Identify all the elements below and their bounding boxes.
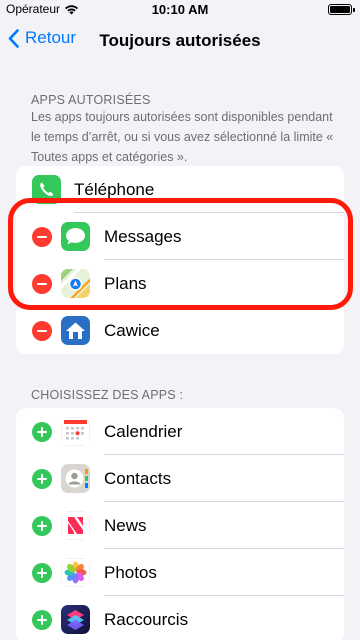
app-label: Messages — [104, 226, 182, 246]
list-item-shortcuts[interactable]: Raccourcis — [16, 596, 344, 640]
list-item-cawice[interactable]: Cawice — [16, 307, 344, 354]
app-label: Calendrier — [104, 421, 183, 441]
list-item-contacts[interactable]: Contacts — [16, 455, 344, 502]
app-label: Photos — [104, 562, 157, 582]
add-button[interactable] — [32, 515, 52, 536]
list-item-calendar[interactable]: Calendrier — [16, 408, 344, 455]
list-item-messages[interactable]: Messages — [16, 213, 344, 260]
phone-icon — [32, 175, 61, 204]
app-label: Téléphone — [74, 179, 155, 199]
app-label: News — [104, 515, 147, 535]
messages-icon — [61, 222, 90, 251]
allowed-apps-list: Téléphone Messages Plans Cawice — [16, 166, 344, 354]
add-button[interactable] — [32, 562, 52, 583]
list-item-news[interactable]: News — [16, 502, 344, 549]
home-app-icon — [61, 316, 90, 345]
choose-apps-list: Calendrier Contacts News Photos Raccourc… — [16, 408, 344, 640]
add-button[interactable] — [32, 468, 52, 489]
remove-button[interactable] — [32, 273, 52, 294]
app-label: Cawice — [104, 320, 160, 340]
add-button[interactable] — [32, 421, 52, 442]
calendar-icon — [61, 417, 90, 446]
list-item-maps[interactable]: Plans — [16, 260, 344, 307]
app-label: Plans — [104, 273, 147, 293]
remove-button[interactable] — [32, 226, 52, 247]
app-label: Contacts — [104, 468, 172, 488]
status-bar: Opérateur 10:10 AM — [0, 0, 360, 20]
news-icon — [61, 511, 90, 540]
list-item-photos[interactable]: Photos — [16, 549, 344, 596]
app-label: Raccourcis — [104, 609, 189, 629]
remove-button[interactable] — [32, 320, 52, 341]
photos-icon — [61, 558, 90, 587]
shortcuts-icon — [61, 605, 90, 634]
add-button[interactable] — [32, 609, 52, 630]
allowed-apps-header: APPS AUTORISÉES — [31, 93, 151, 107]
navigation-bar: Retour Toujours autorisées — [0, 20, 360, 64]
clock: 10:10 AM — [151, 2, 209, 17]
maps-icon — [61, 269, 90, 298]
list-item-phone[interactable]: Téléphone — [16, 166, 344, 213]
battery-icon — [328, 4, 355, 15]
allowed-apps-description: Les apps toujours autorisées sont dispon… — [31, 110, 334, 164]
choose-apps-header: CHOISISSEZ DES APPS : — [31, 388, 184, 402]
page-title: Toujours autorisées — [99, 31, 261, 50]
contacts-icon — [61, 464, 90, 493]
